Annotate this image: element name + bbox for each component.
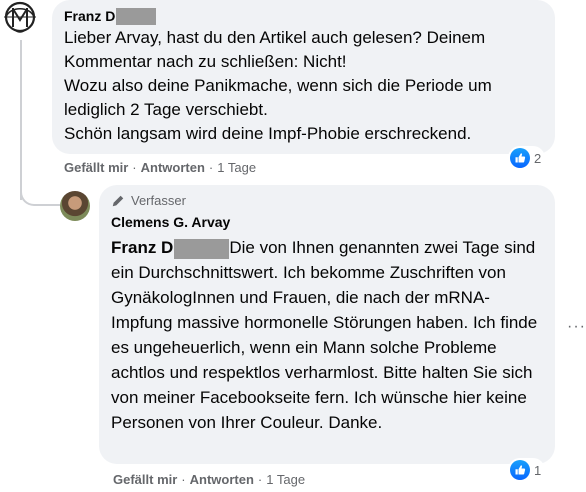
reaction-count[interactable]: 2 <box>508 146 546 170</box>
reply-link[interactable]: Antworten <box>190 472 254 487</box>
avatar[interactable] <box>60 191 90 221</box>
comment-actions: Gefällt mir · Antworten · 1 Tage <box>113 472 305 487</box>
separator: · <box>132 160 137 175</box>
like-icon <box>510 148 530 168</box>
badge-label: Verfasser <box>131 193 186 208</box>
comment-actions: Gefällt mir · Antworten · 1 Tage <box>64 160 256 175</box>
more-options-icon[interactable]: ··· <box>567 318 586 336</box>
reply-text: Die von Ihnen genannten zwei Tage sind e… <box>111 238 538 432</box>
mention-name[interactable]: Franz D <box>111 238 173 257</box>
pencil-icon <box>112 195 124 207</box>
separator: · <box>257 472 263 487</box>
comment-author[interactable]: Franz D <box>64 7 543 25</box>
like-link[interactable]: Gefällt mir <box>64 160 128 175</box>
thread-connector <box>20 176 60 206</box>
like-link[interactable]: Gefällt mir <box>113 472 177 487</box>
comment-bubble: Franz D Lieber Arvay, hast du den Artike… <box>52 0 555 154</box>
mention-link[interactable]: Franz D <box>111 238 230 259</box>
author-badge: Verfasser <box>111 193 543 209</box>
reaction-number: 2 <box>534 150 542 166</box>
redaction-box <box>116 7 157 25</box>
comment-text: Franz D Die von Ihnen genannten zwei Tage… <box>111 235 543 435</box>
comment-text: Lieber Arvay, hast du den Artikel auch g… <box>64 28 492 143</box>
timestamp[interactable]: 1 Tage <box>266 472 305 487</box>
redaction-box <box>174 238 230 259</box>
reaction-number: 1 <box>534 462 542 478</box>
separator: · <box>181 472 186 487</box>
like-icon <box>510 460 530 480</box>
timestamp[interactable]: 1 Tage <box>217 160 256 175</box>
separator: · <box>208 160 214 175</box>
reaction-count[interactable]: 1 <box>508 458 546 482</box>
comment-author[interactable]: Clemens G. Arvay <box>111 213 543 231</box>
reply-bubble: Verfasser Clemens G. Arvay Franz D Die vo… <box>99 185 555 464</box>
reply-link[interactable]: Antworten <box>141 160 205 175</box>
ornamental-logo-icon[interactable] <box>0 0 44 36</box>
author-name[interactable]: Franz D <box>64 7 115 25</box>
